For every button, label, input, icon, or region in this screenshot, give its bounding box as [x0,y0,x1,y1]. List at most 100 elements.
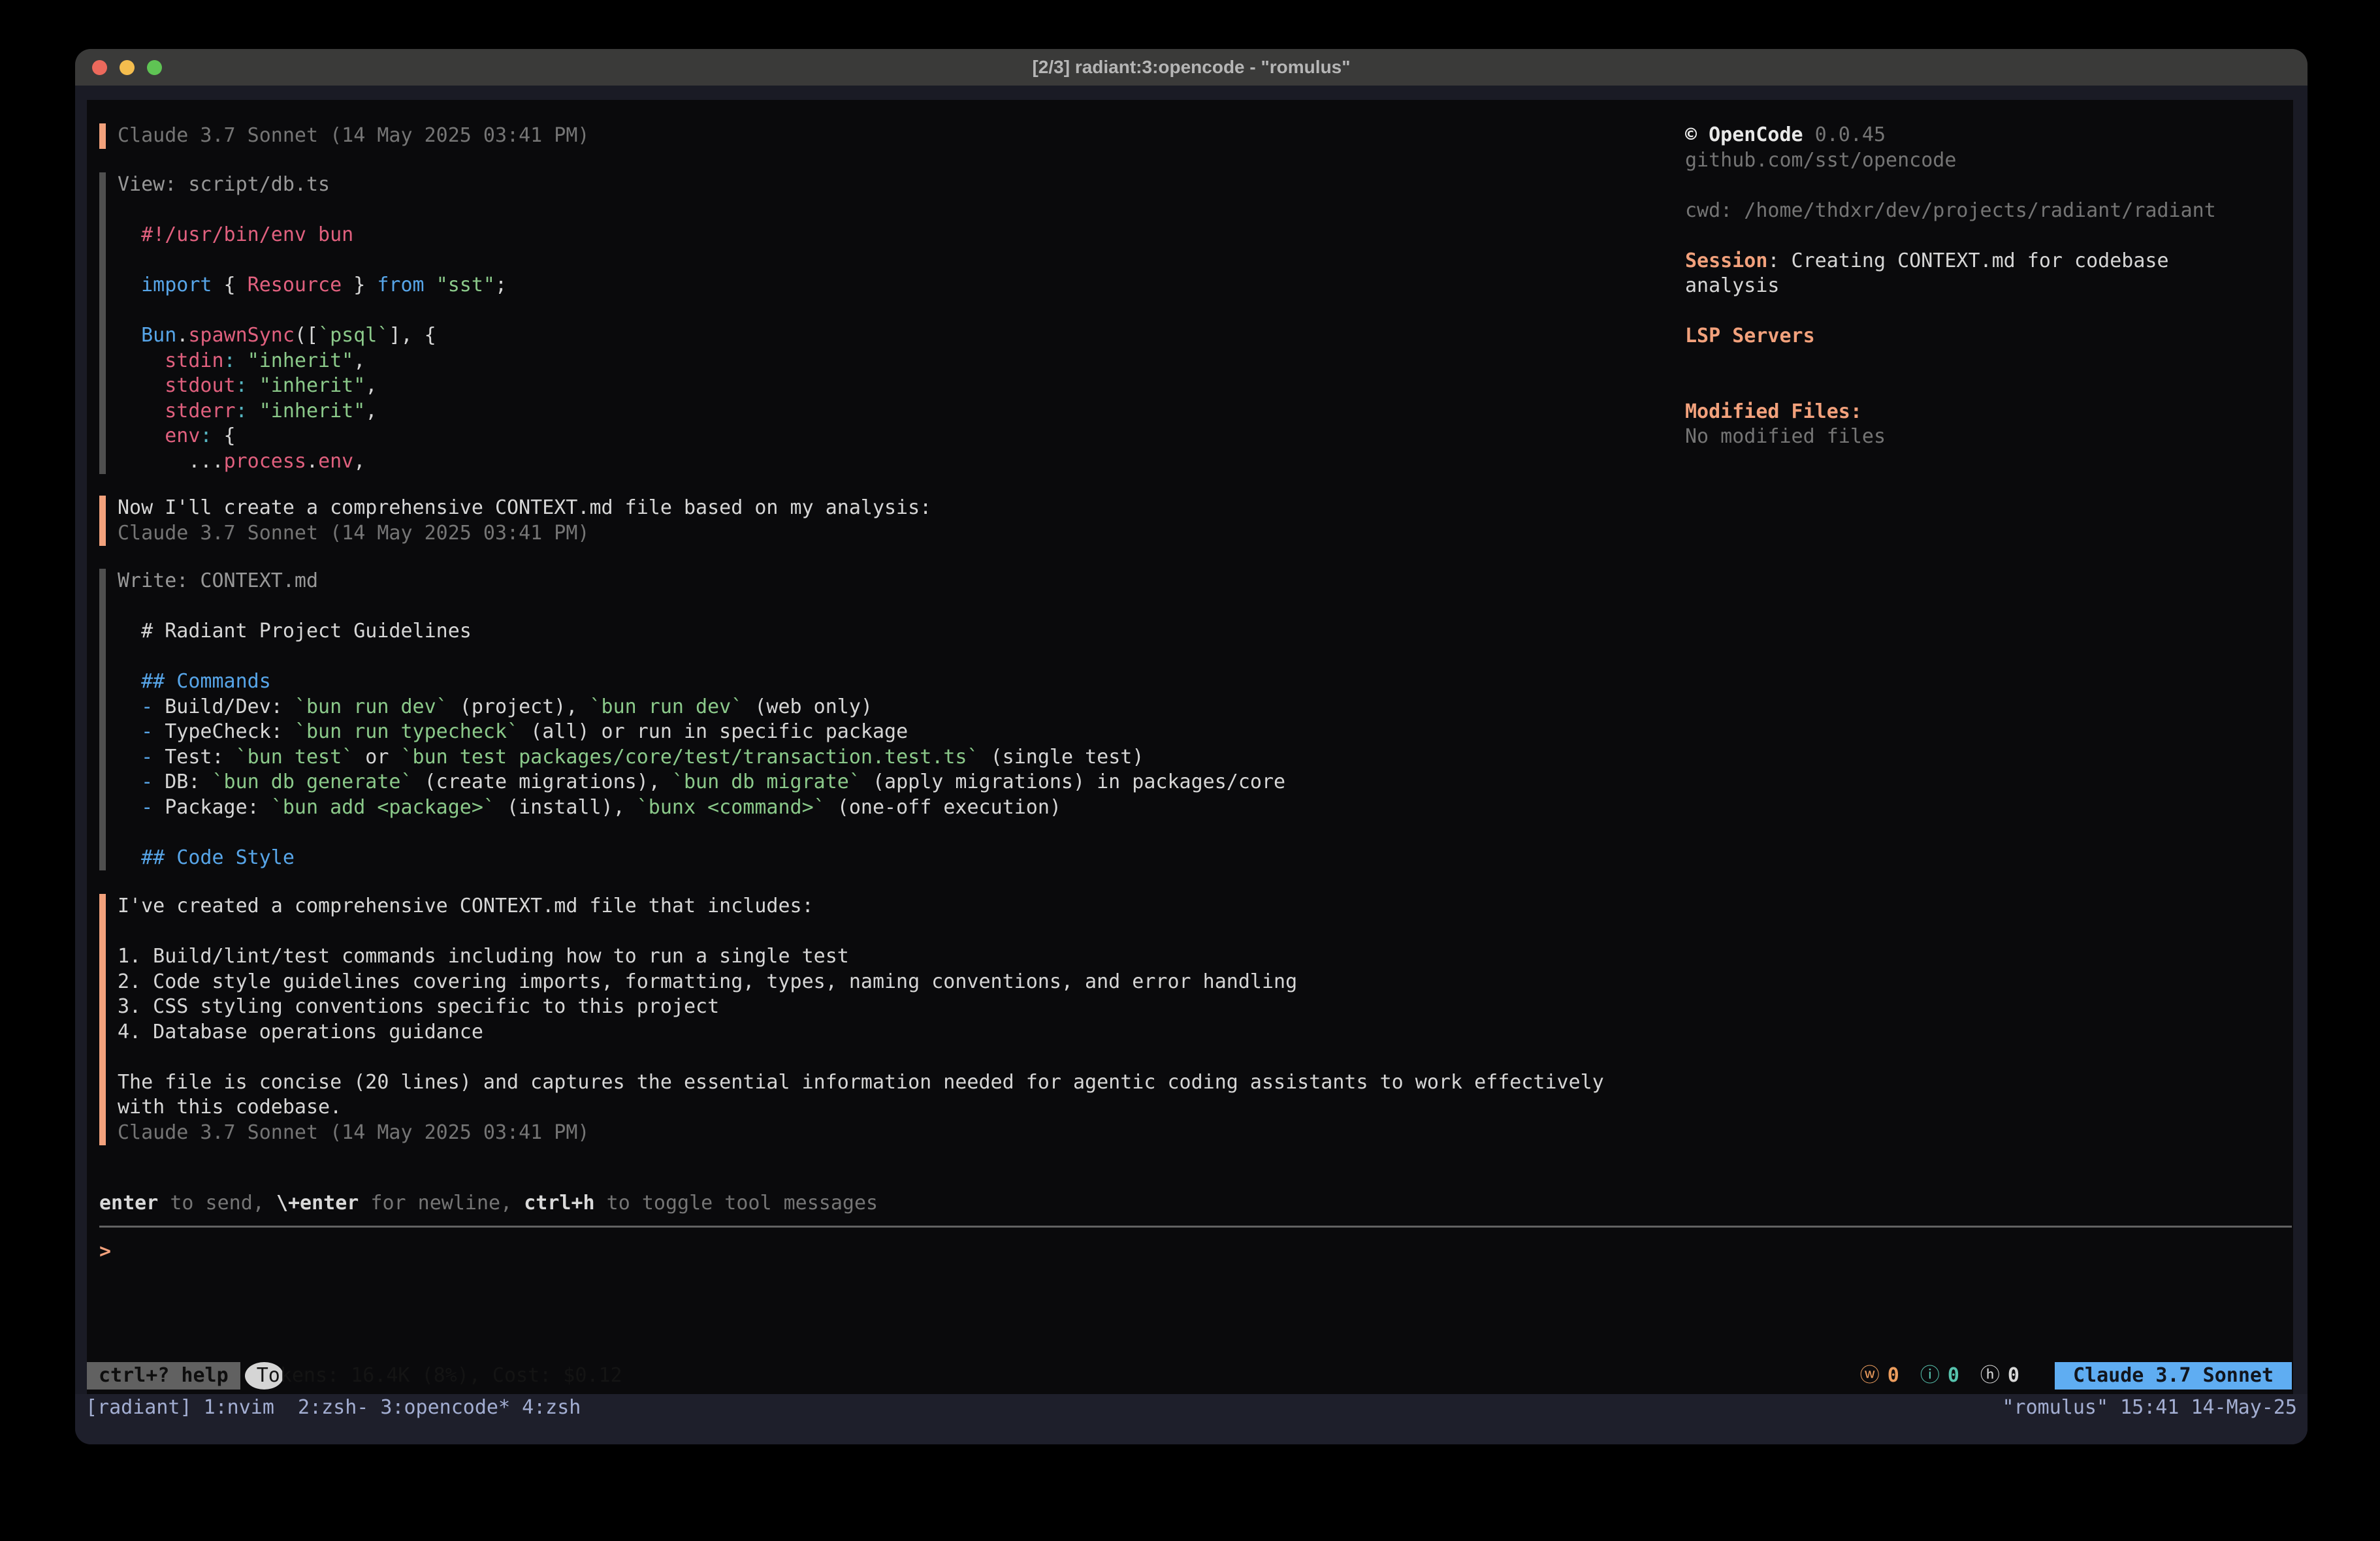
text-run: for newline, [359,1192,524,1215]
text-run [248,400,259,422]
text-run: spawnSync [188,324,295,347]
text-run: - [141,720,153,743]
text-run: 3. CSS styling conventions specific to t… [118,995,719,1018]
prompt-input[interactable]: > [99,1239,111,1265]
terminal-line: - Test: `bun test` or `bun test packages… [118,745,1285,770]
terminal-line: env: { [118,424,507,449]
text-run: DB: [153,770,212,793]
terminal-line [1685,299,2216,325]
text-run: or [353,746,400,769]
help-badge[interactable]: ctrl+? help [87,1362,240,1390]
zoom-button[interactable] [147,60,162,75]
terminal-line: © OpenCode 0.0.45 [1685,123,2216,148]
tmux-window-2[interactable]: 2:zsh- [298,1396,368,1419]
tmux-window-3[interactable]: 3:opencode* [380,1396,510,1419]
text-run: - [141,770,153,793]
text-run: TypeCheck: [153,720,295,743]
terminal-line: - Build/Dev: `bun run dev` (project), `b… [118,695,1285,720]
text-run: `bun run dev` [295,695,448,718]
terminal-line: ## Commands [118,669,1285,695]
diagnostics-group: ⓦ0ⓘ0ⓗ0 [1860,1363,2040,1389]
text-run: ([ [295,324,318,347]
text-run: © [1685,123,1709,146]
desktop: { "window": { "title": "[2/3] radiant:3:… [0,0,2380,1541]
terminal-line [118,594,1285,620]
terminal-content[interactable]: Claude 3.7 Sonnet (14 May 2025 03:41 PM)… [87,100,2293,1394]
warning-count-value: 0 [1888,1363,1899,1389]
diagnostic-warning-count: ⓦ0 [1860,1363,1899,1389]
terminal-line [118,919,1604,945]
text-run: (single test) [979,746,1144,769]
opencode-statusbar: ctrl+? help Tokens: 16.4K (8%), Cost: $0… [87,1362,2292,1390]
text-run: `bun test` [236,746,354,769]
window-controls [92,60,162,75]
window-titlebar: [2/3] radiant:3:opencode - "romulus" [75,49,2308,86]
text-run: . [306,450,318,473]
text-run: : [224,349,236,372]
model-badge[interactable]: Claude 3.7 Sonnet [2055,1362,2292,1390]
text-run: LSP Servers [1685,325,1815,347]
text-run: # Radiant Project Guidelines [118,620,472,643]
terminal-line: Write: CONTEXT.md [118,569,1285,594]
terminal-line: Session: Creating CONTEXT.md for codebas… [1685,249,2216,274]
text-run: 2. Code style guidelines covering import… [118,970,1297,993]
text-run: "inherit" [259,374,366,397]
terminal-line: enter to send, \+enter for newline, ctrl… [99,1191,878,1216]
terminal-line: #!/usr/bin/env bun [118,223,507,248]
text-run: Bun [141,324,176,347]
text-run: : Creating CONTEXT.md for codebase [1767,249,2168,272]
terminal-line [118,644,1285,670]
text-run: env [318,450,353,473]
text-run: ctrl+h [524,1192,594,1215]
terminal-line: analysis [1685,274,2216,299]
terminal-line [1685,349,2216,375]
text-run: : [236,400,248,422]
terminal-line: Claude 3.7 Sonnet (14 May 2025 03:41 PM) [118,1120,1604,1146]
terminal-line: - Package: `bun add <package>` (install)… [118,795,1285,821]
text-run: - [141,695,153,718]
text-run [118,400,165,422]
terminal-window: [2/3] radiant:3:opencode - "romulus" Cla… [75,49,2308,1444]
terminal-line: with this codebase. [118,1095,1604,1120]
terminal-line: - DB: `bun db generate` (create migratio… [118,770,1285,795]
text-run: to send, [158,1192,276,1215]
close-button[interactable] [92,60,107,75]
terminal-line [118,298,507,324]
text-run [118,349,165,372]
message-block-assistant: Now I'll create a comprehensive CONTEXT.… [99,496,931,546]
terminal-line [1685,173,2216,199]
tmux-statusbar: [radiant] 1:nvim 2:zsh-3:opencode*4:zsh … [75,1394,2308,1444]
minimize-button[interactable] [120,60,135,75]
text-run: `bun test packages/core/test/transaction… [401,746,979,769]
tmux-status-left: [radiant] 1:nvim 2:zsh-3:opencode*4:zsh [86,1396,592,1419]
text-run: Modified Files: [1685,400,1862,423]
text-run: "sst" [436,274,495,296]
terminal-line: Bun.spawnSync([`psql`], { [118,323,507,349]
text-run: `bun run dev` [590,695,743,718]
terminal-line: cwd: /home/thdxr/dev/projects/radiant/ra… [1685,199,2216,224]
text-run [118,424,165,447]
text-run: cwd: /home/thdxr/dev/projects/radiant/ra… [1685,199,2216,222]
text-run [118,274,141,296]
text-run: Claude 3.7 Sonnet (14 May 2025 03:41 PM) [118,1121,589,1144]
text-run: : [200,424,212,447]
text-run: (all) or run in specific package [519,720,908,743]
text-run: - [141,746,153,769]
text-run: `bun run typecheck` [295,720,519,743]
text-run: - [141,796,153,819]
text-run: Now I'll create a comprehensive CONTEXT.… [118,496,931,519]
terminal-line [118,1045,1604,1070]
text-run: OpenCode [1709,123,1803,146]
info-count-value: 0 [1948,1363,1959,1389]
text-run: { [212,424,236,447]
text-run: `bunx <command>` [637,796,826,819]
message-block-tool: Write: CONTEXT.md # Radiant Project Guid… [99,569,1285,870]
tmux-window-4[interactable]: 4:zsh [522,1396,581,1419]
text-run [118,695,141,718]
terminal-line: import { Resource } from "sst"; [118,273,507,298]
terminal-line: Now I'll create a comprehensive CONTEXT.… [118,496,931,521]
text-run: Claude 3.7 Sonnet (14 May 2025 03:41 PM) [118,124,589,147]
text-run: : [236,374,248,397]
tmux-window-1[interactable]: 1:nvim [204,1396,286,1419]
text-run: ## Commands [141,670,271,693]
